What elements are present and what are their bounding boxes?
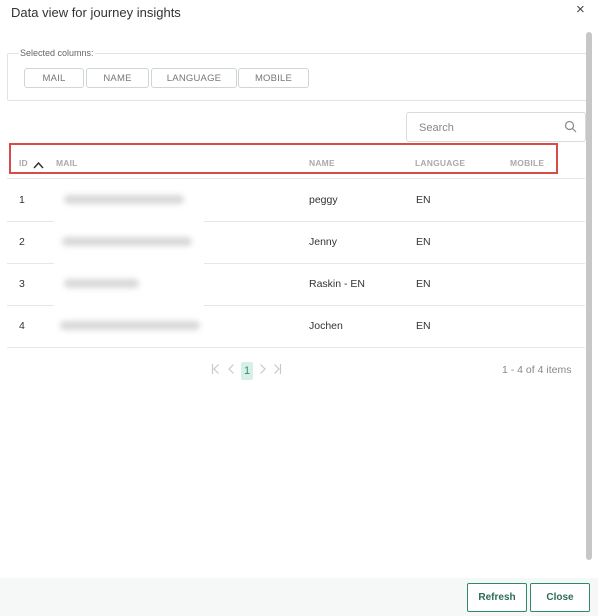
column-chip-language[interactable]: LANGUAGE (151, 68, 237, 88)
column-chip-mail[interactable]: MAIL (24, 68, 84, 88)
header-name[interactable]: NAME (309, 158, 335, 168)
next-page-icon[interactable] (259, 363, 267, 378)
cell-language: EN (416, 194, 431, 206)
table-row[interactable]: 3 Raskin - EN EN (7, 263, 585, 306)
dialog-footer: Refresh Close (0, 578, 598, 616)
header-mobile[interactable]: MOBILE (510, 158, 544, 168)
table-row[interactable]: 4 Jochen EN (7, 305, 585, 348)
cell-mail-redacted (54, 179, 204, 220)
cell-name: Jenny (309, 236, 338, 248)
cell-language: EN (416, 278, 431, 290)
sort-ascending-icon[interactable] (33, 156, 44, 174)
last-page-icon[interactable] (273, 363, 282, 378)
refresh-button[interactable]: Refresh (467, 583, 527, 612)
cell-name: peggy (309, 194, 338, 206)
cell-name: Jochen (309, 320, 343, 332)
table-row[interactable]: 2 Jenny EN (7, 221, 585, 264)
scrollbar-thumb[interactable] (586, 32, 592, 560)
column-chip-name[interactable]: NAME (86, 68, 149, 88)
cell-id: 1 (19, 194, 25, 206)
cell-language: EN (416, 320, 431, 332)
column-chip-mobile[interactable]: MOBILE (238, 68, 309, 88)
selected-columns-label: Selected columns: (19, 48, 95, 58)
first-page-icon[interactable] (211, 363, 220, 378)
table-row[interactable]: 1 peggy EN (7, 179, 585, 222)
cell-id: 2 (19, 236, 25, 248)
close-button[interactable]: Close (530, 583, 590, 612)
cell-mail-redacted (54, 263, 204, 304)
page-button-current[interactable]: 1 (241, 362, 253, 380)
cell-mail-redacted (54, 221, 204, 262)
previous-page-icon[interactable] (227, 363, 235, 378)
cell-name: Raskin - EN (309, 278, 366, 290)
table-header: ID MAIL NAME LANGUAGE MOBILE (7, 148, 585, 179)
cell-id: 3 (19, 278, 25, 290)
cell-mail-redacted (54, 305, 204, 346)
header-id[interactable]: ID (19, 158, 28, 168)
cell-language: EN (416, 236, 431, 248)
search-input[interactable] (407, 113, 571, 143)
close-icon[interactable]: × (576, 1, 585, 18)
cell-id: 4 (19, 320, 25, 332)
header-language[interactable]: LANGUAGE (415, 158, 465, 168)
search-box (406, 112, 586, 143)
dialog-titlebar: Data view for journey insights × (0, 0, 598, 26)
search-icon[interactable] (564, 120, 577, 138)
header-mail[interactable]: MAIL (56, 158, 78, 168)
pagination-summary: 1 - 4 of 4 items (502, 364, 572, 376)
dialog-title: Data view for journey insights (11, 5, 181, 20)
dialog-content: Selected columns: MAIL NAME LANGUAGE MOB… (0, 26, 598, 578)
selected-columns-panel: Selected columns: MAIL NAME LANGUAGE MOB… (7, 48, 589, 101)
